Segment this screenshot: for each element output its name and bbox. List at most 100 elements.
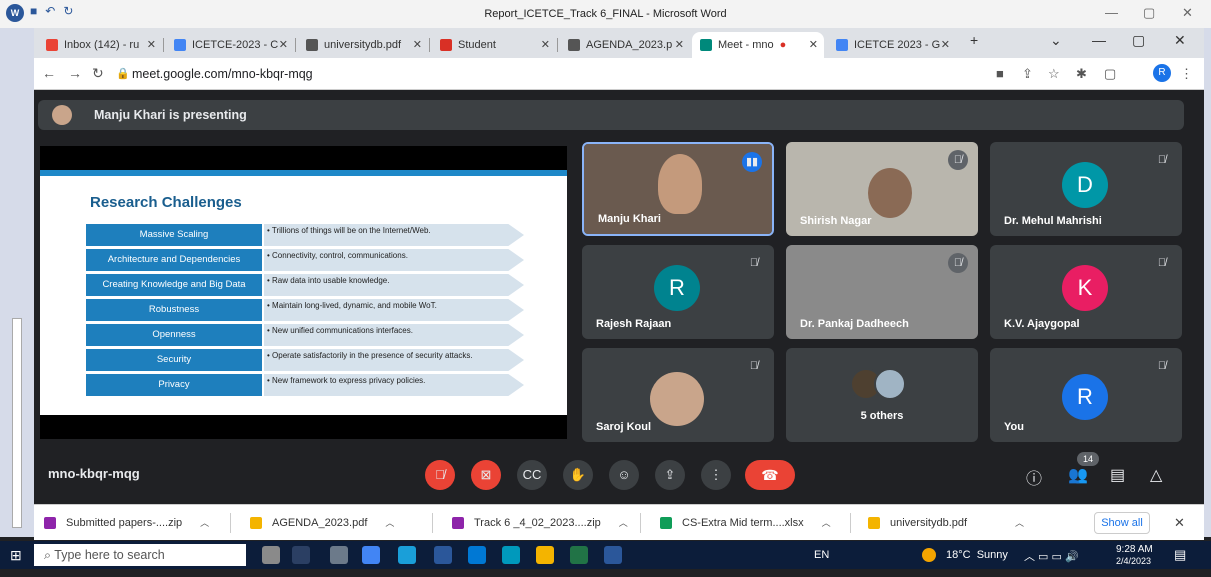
language-indicator[interactable]: EN	[814, 549, 829, 577]
weather-icon[interactable]	[922, 548, 936, 562]
download-item[interactable]: AGENDA_2023.pdf ︿	[250, 516, 394, 529]
tab-icetce-2[interactable]: ICETCE 2023 - G ✕	[828, 32, 956, 58]
people-icon[interactable]: 👥	[1068, 465, 1088, 485]
mail-icon[interactable]	[468, 546, 486, 564]
task-view-icon[interactable]	[330, 546, 348, 564]
participant-name: K.V. Ajaygopal	[1004, 318, 1080, 330]
task-view-icon[interactable]	[292, 546, 310, 564]
meet-icon	[700, 39, 712, 51]
zip-file-icon	[44, 516, 56, 529]
browser-menu-icon[interactable]: ⋮	[1180, 66, 1193, 82]
chevron-up-icon[interactable]: ︿	[822, 516, 831, 529]
close-icon[interactable]: ✕	[147, 38, 156, 51]
taskbar-search-box[interactable]: ⌕ Type here to search	[34, 544, 246, 566]
more-options-button[interactable]: ⋮	[701, 460, 731, 490]
windows-start-icon[interactable]: ⊞	[10, 547, 22, 564]
close-icon[interactable]: ✕	[413, 38, 422, 51]
globe-icon	[306, 39, 318, 51]
notification-icon[interactable]: ▤	[1174, 547, 1186, 563]
chrome-icon[interactable]	[362, 546, 380, 564]
profile-avatar[interactable]: R	[1153, 64, 1171, 82]
pdf-file-icon	[868, 516, 880, 529]
end-call-button[interactable]: ☎	[745, 460, 795, 490]
participant-avatar: R	[1062, 374, 1108, 420]
clock-time[interactable]: 9:28 AM	[1116, 544, 1153, 555]
present-button[interactable]: ⇪	[655, 460, 685, 490]
download-item[interactable]: Submitted papers-....zip ︿	[44, 516, 209, 529]
mic-off-icon: 🎙̸	[948, 150, 968, 170]
close-icon[interactable]: ✕	[675, 38, 684, 51]
presentation-view[interactable]: Research Challenges Massive Scaling • Tri…	[40, 146, 567, 439]
word-icon[interactable]	[604, 546, 622, 564]
search-icon: ⌕	[44, 548, 55, 562]
outlook-icon[interactable]	[502, 546, 520, 564]
participant-tile[interactable]: ▮▮ Manju Khari	[582, 142, 774, 236]
download-item[interactable]: CS-Extra Mid term....xlsx ︿	[660, 516, 831, 529]
show-all-downloads-button[interactable]: Show all	[1094, 512, 1150, 534]
chevron-up-icon[interactable]: ︿	[385, 516, 394, 529]
participant-tile[interactable]: K 🎙̸ K.V. Ajaygopal	[990, 245, 1182, 339]
raise-hand-button[interactable]: ✋	[563, 460, 593, 490]
edge-icon[interactable]	[398, 546, 416, 564]
chevron-up-icon[interactable]: ︿	[1015, 516, 1024, 529]
tab-meet[interactable]: Meet - mno ● ✕	[692, 32, 824, 58]
store-icon[interactable]	[434, 546, 452, 564]
lock-icon[interactable]: 🔒	[116, 67, 130, 80]
close-icon[interactable]: ✕	[941, 38, 950, 51]
forward-icon[interactable]: →	[68, 65, 82, 81]
browser-minimize-button[interactable]: —	[1092, 32, 1106, 48]
tab-student[interactable]: Student ✕	[432, 32, 556, 58]
browser-close-button[interactable]: ✕	[1174, 32, 1186, 49]
tab-gmail[interactable]: Inbox (142) - ru ✕	[38, 32, 162, 58]
weather-text[interactable]: 18°C Sunny	[946, 549, 1008, 577]
close-icon[interactable]: ✕	[809, 38, 818, 51]
captions-button[interactable]: CC	[517, 460, 547, 490]
close-icon[interactable]: ✕	[279, 38, 288, 51]
participant-tile[interactable]: R 🎙̸ Rajesh Rajaan	[582, 245, 774, 339]
tab-search-button[interactable]: ⌄	[1050, 32, 1062, 49]
participant-tile[interactable]: 🎙̸ Saroj Koul	[582, 348, 774, 442]
new-tab-button[interactable]: +	[970, 32, 978, 48]
url-field[interactable]: meet.google.com/mno-kbqr-mqg	[132, 67, 313, 81]
mic-off-icon: 🎙̸	[749, 257, 759, 269]
self-tile[interactable]: R 🎙̸ You	[990, 348, 1182, 442]
camera-off-button[interactable]: ⊠	[471, 460, 501, 490]
back-icon[interactable]: ←	[42, 65, 56, 81]
system-tray-icons[interactable]: ︿ ▭ ▭ 🔊	[1024, 548, 1079, 564]
word-right-scrollbar[interactable]	[1204, 28, 1211, 537]
mic-off-button[interactable]: 🎙̸	[425, 460, 455, 490]
tab-icetce-1[interactable]: ICETCE-2023 - C ✕	[166, 32, 294, 58]
word-maximize-button[interactable]: ▢	[1143, 5, 1155, 21]
meeting-info-icon[interactable]: ⓘ	[1026, 465, 1042, 489]
chevron-up-icon[interactable]: ︿	[619, 516, 628, 529]
side-panel-icon[interactable]: ▢	[1104, 66, 1116, 82]
news-widget-icon[interactable]	[262, 546, 280, 564]
excel-icon[interactable]	[570, 546, 588, 564]
browser-maximize-button[interactable]: ▢	[1132, 32, 1145, 49]
emoji-button[interactable]: ☺	[609, 460, 639, 490]
close-icon[interactable]: ✕	[1174, 515, 1185, 531]
download-item[interactable]: universitydb.pdf ︿	[868, 516, 1024, 529]
tab-agenda[interactable]: AGENDA_2023.p ✕	[560, 32, 690, 58]
reload-icon[interactable]: ↻	[92, 65, 104, 82]
participant-tile[interactable]: 🎙̸ Shirish Nagar	[786, 142, 978, 236]
participant-tile[interactable]: 🎙̸ Dr. Pankaj Dadheech	[786, 245, 978, 339]
bookmark-star-icon[interactable]: ☆	[1048, 66, 1060, 82]
participant-tile[interactable]: D 🎙̸ Dr. Mehul Mahrishi	[990, 142, 1182, 236]
activities-icon[interactable]: △	[1150, 465, 1162, 485]
share-icon[interactable]: ⇪	[1022, 66, 1033, 82]
others-count-label: 5 others	[860, 410, 904, 422]
slide-row-desc: • Connectivity, control, communications.	[267, 251, 408, 260]
close-icon[interactable]: ✕	[541, 38, 550, 51]
file-explorer-icon[interactable]	[536, 546, 554, 564]
word-minimize-button[interactable]: —	[1105, 5, 1118, 20]
word-close-button[interactable]: ✕	[1182, 5, 1193, 21]
others-tile[interactable]: 5 others	[786, 348, 978, 442]
clock-date[interactable]: 2/4/2023	[1116, 556, 1151, 566]
chat-icon[interactable]: ▤	[1110, 465, 1125, 485]
chevron-up-icon[interactable]: ︿	[200, 516, 209, 529]
camera-indicator-icon[interactable]: ■	[996, 66, 1004, 81]
download-item[interactable]: Track 6 _4_02_2023....zip ︿	[452, 516, 628, 529]
tab-universitydb[interactable]: universitydb.pdf ✕	[298, 32, 428, 58]
extensions-icon[interactable]: ✱	[1076, 66, 1087, 82]
